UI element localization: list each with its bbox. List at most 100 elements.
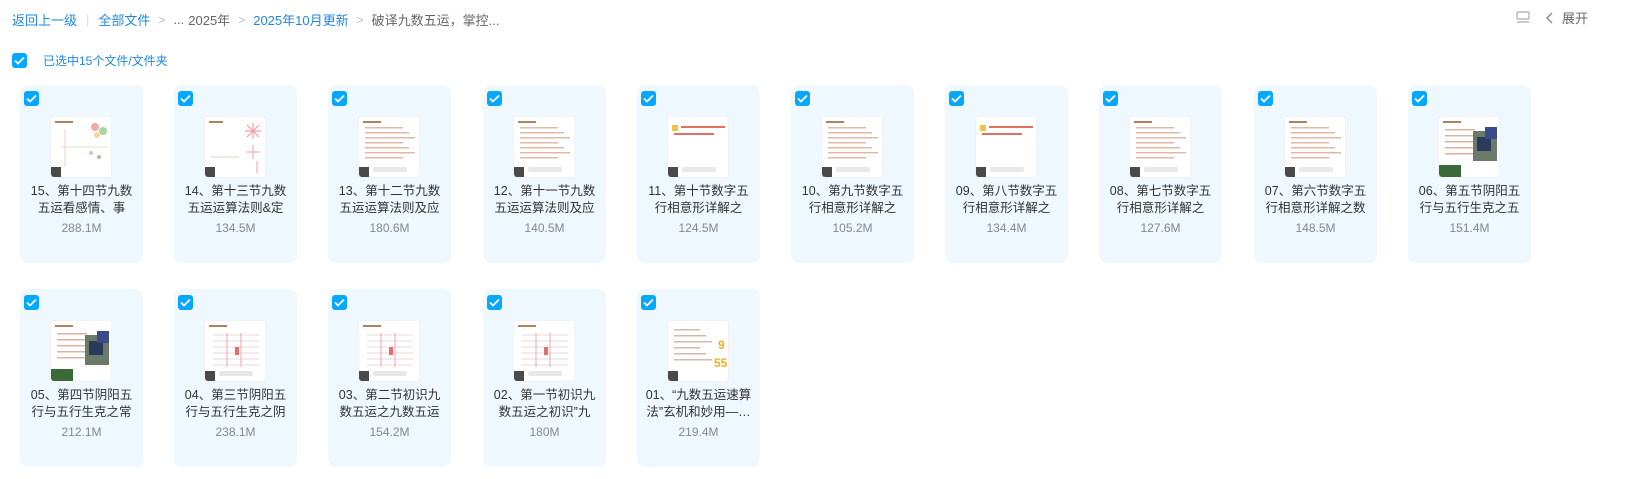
- file-checkbox[interactable]: [178, 295, 193, 310]
- select-all-checkbox[interactable]: [12, 53, 27, 68]
- file-card[interactable]: 07、第六节数字五行相意形详解之数 148.5M: [1254, 85, 1377, 263]
- file-size: 288.1M: [61, 221, 102, 235]
- file-size: 154.2M: [369, 425, 410, 439]
- file-card[interactable]: 04、第三节阴阳五行与五行生克之阴 238.1M: [174, 289, 297, 467]
- breadcrumb-ellipsis[interactable]: ...: [173, 12, 184, 27]
- file-card[interactable]: 02、第一节初识九数五运之初识”九 180M: [483, 289, 606, 467]
- check-icon: [14, 56, 25, 65]
- file-size: 212.1M: [61, 425, 102, 439]
- file-card[interactable]: 9 55 01、“九数五运速算法”玄机和妙用—… 219.4M: [637, 289, 760, 467]
- video-thumbnail[interactable]: [975, 116, 1037, 178]
- file-size: 151.4M: [1449, 221, 1490, 235]
- check-icon: [489, 298, 500, 307]
- video-thumbnail[interactable]: [1438, 116, 1500, 178]
- file-name[interactable]: 04、第三节阴阳五行与五行生克之阴: [180, 387, 291, 421]
- file-size: 134.5M: [215, 221, 256, 235]
- check-icon: [1414, 94, 1425, 103]
- file-name[interactable]: 12、第十一节九数五运运算法则及应: [489, 183, 600, 217]
- video-thumbnail[interactable]: [513, 116, 575, 178]
- video-thumbnail[interactable]: [50, 116, 112, 178]
- video-thumbnail[interactable]: [821, 116, 883, 178]
- top-bar: 返回上一级 | 全部文件 > ... 2025年 > 2025年10月更新 > …: [0, 0, 1628, 36]
- check-icon: [489, 94, 500, 103]
- video-thumbnail[interactable]: [358, 116, 420, 178]
- breadcrumb-all-files[interactable]: 全部文件: [98, 10, 150, 29]
- video-thumbnail[interactable]: [1284, 116, 1346, 178]
- file-checkbox[interactable]: [487, 295, 502, 310]
- file-card[interactable]: 12、第十一节九数五运运算法则及应 140.5M: [483, 85, 606, 263]
- expand-label: 展开: [1561, 11, 1588, 26]
- file-checkbox[interactable]: [487, 91, 502, 106]
- breadcrumb-year[interactable]: 2025年: [188, 10, 230, 29]
- file-card[interactable]: 06、第五节阴阳五行与五行生克之五 151.4M: [1408, 85, 1531, 263]
- file-name[interactable]: 11、第十节数字五行相意形详解之: [643, 183, 754, 217]
- svg-text:55: 55: [714, 356, 728, 370]
- check-icon: [951, 94, 962, 103]
- file-name[interactable]: 13、第十二节九数五运运算法则及应: [334, 183, 445, 217]
- back-link[interactable]: 返回上一级: [12, 10, 77, 29]
- file-size: 180.6M: [369, 221, 410, 235]
- check-icon: [334, 94, 345, 103]
- file-checkbox[interactable]: [949, 91, 964, 106]
- check-icon: [643, 298, 654, 307]
- file-size: 134.4M: [986, 221, 1027, 235]
- file-name[interactable]: 08、第七节数字五行相意形详解之: [1105, 183, 1216, 217]
- check-icon: [797, 94, 808, 103]
- list-view-icon[interactable]: [1514, 9, 1532, 27]
- breadcrumb-month[interactable]: 2025年10月更新: [253, 10, 348, 29]
- file-checkbox[interactable]: [178, 91, 193, 106]
- file-checkbox[interactable]: [641, 295, 656, 310]
- file-checkbox[interactable]: [1103, 91, 1118, 106]
- video-thumbnail[interactable]: [358, 320, 420, 382]
- check-icon: [26, 298, 37, 307]
- file-size: 238.1M: [215, 425, 256, 439]
- file-card[interactable]: 10、第九节数字五行相意形详解之 105.2M: [791, 85, 914, 263]
- file-name[interactable]: 09、第八节数字五行相意形详解之: [951, 183, 1062, 217]
- file-checkbox[interactable]: [24, 295, 39, 310]
- video-thumbnail[interactable]: [204, 320, 266, 382]
- file-card[interactable]: 05、第四节阴阳五行与五行生克之常 212.1M: [20, 289, 143, 467]
- file-size: 140.5M: [524, 221, 565, 235]
- file-card[interactable]: 11、第十节数字五行相意形详解之 124.5M: [637, 85, 760, 263]
- selection-bar: 已选中15个文件/文件夹: [12, 52, 168, 69]
- file-size: 105.2M: [832, 221, 873, 235]
- file-checkbox[interactable]: [24, 91, 39, 106]
- video-thumbnail[interactable]: [513, 320, 575, 382]
- breadcrumb-separator-icon: >: [356, 12, 364, 27]
- video-thumbnail[interactable]: [1129, 116, 1191, 178]
- file-checkbox[interactable]: [1412, 91, 1427, 106]
- breadcrumb-current: 破译九数五运，掌控...: [371, 13, 500, 28]
- expand-button[interactable]: 展开: [1545, 8, 1588, 27]
- file-name[interactable]: 07、第六节数字五行相意形详解之数: [1260, 183, 1371, 217]
- video-thumbnail[interactable]: 9 55: [667, 320, 729, 382]
- file-card[interactable]: 15、第十四节九数五运看感情、事 288.1M: [20, 85, 143, 263]
- file-name[interactable]: 02、第一节初识九数五运之初识”九: [489, 387, 600, 421]
- file-checkbox[interactable]: [795, 91, 810, 106]
- file-name[interactable]: 05、第四节阴阳五行与五行生克之常: [26, 387, 137, 421]
- file-size: 127.6M: [1140, 221, 1181, 235]
- file-card[interactable]: 14、第十三节九数五运运算法则&定 134.5M: [174, 85, 297, 263]
- file-checkbox[interactable]: [332, 91, 347, 106]
- file-name[interactable]: 06、第五节阴阳五行与五行生克之五: [1414, 183, 1525, 217]
- video-thumbnail[interactable]: [204, 116, 266, 178]
- svg-text:9: 9: [718, 338, 725, 352]
- check-icon: [26, 94, 37, 103]
- file-card[interactable]: 09、第八节数字五行相意形详解之 134.4M: [945, 85, 1068, 263]
- file-checkbox[interactable]: [641, 91, 656, 106]
- file-name[interactable]: 14、第十三节九数五运运算法则&定: [180, 183, 291, 217]
- file-size: 219.4M: [678, 425, 719, 439]
- video-thumbnail[interactable]: [667, 116, 729, 178]
- file-name[interactable]: 15、第十四节九数五运看感情、事: [26, 183, 137, 217]
- video-thumbnail[interactable]: [50, 320, 112, 382]
- file-card[interactable]: 03、第二节初识九数五运之九数五运 154.2M: [328, 289, 451, 467]
- check-icon: [1105, 94, 1116, 103]
- file-name[interactable]: 03、第二节初识九数五运之九数五运: [334, 387, 445, 421]
- file-name[interactable]: 01、“九数五运速算法”玄机和妙用—…: [643, 387, 754, 421]
- file-checkbox[interactable]: [332, 295, 347, 310]
- file-checkbox[interactable]: [1258, 91, 1273, 106]
- file-card[interactable]: 08、第七节数字五行相意形详解之 127.6M: [1099, 85, 1222, 263]
- check-icon: [334, 298, 345, 307]
- file-card[interactable]: 13、第十二节九数五运运算法则及应 180.6M: [328, 85, 451, 263]
- file-name[interactable]: 10、第九节数字五行相意形详解之: [797, 183, 908, 217]
- breadcrumb: 返回上一级 | 全部文件 > ... 2025年 > 2025年10月更新 > …: [12, 10, 499, 29]
